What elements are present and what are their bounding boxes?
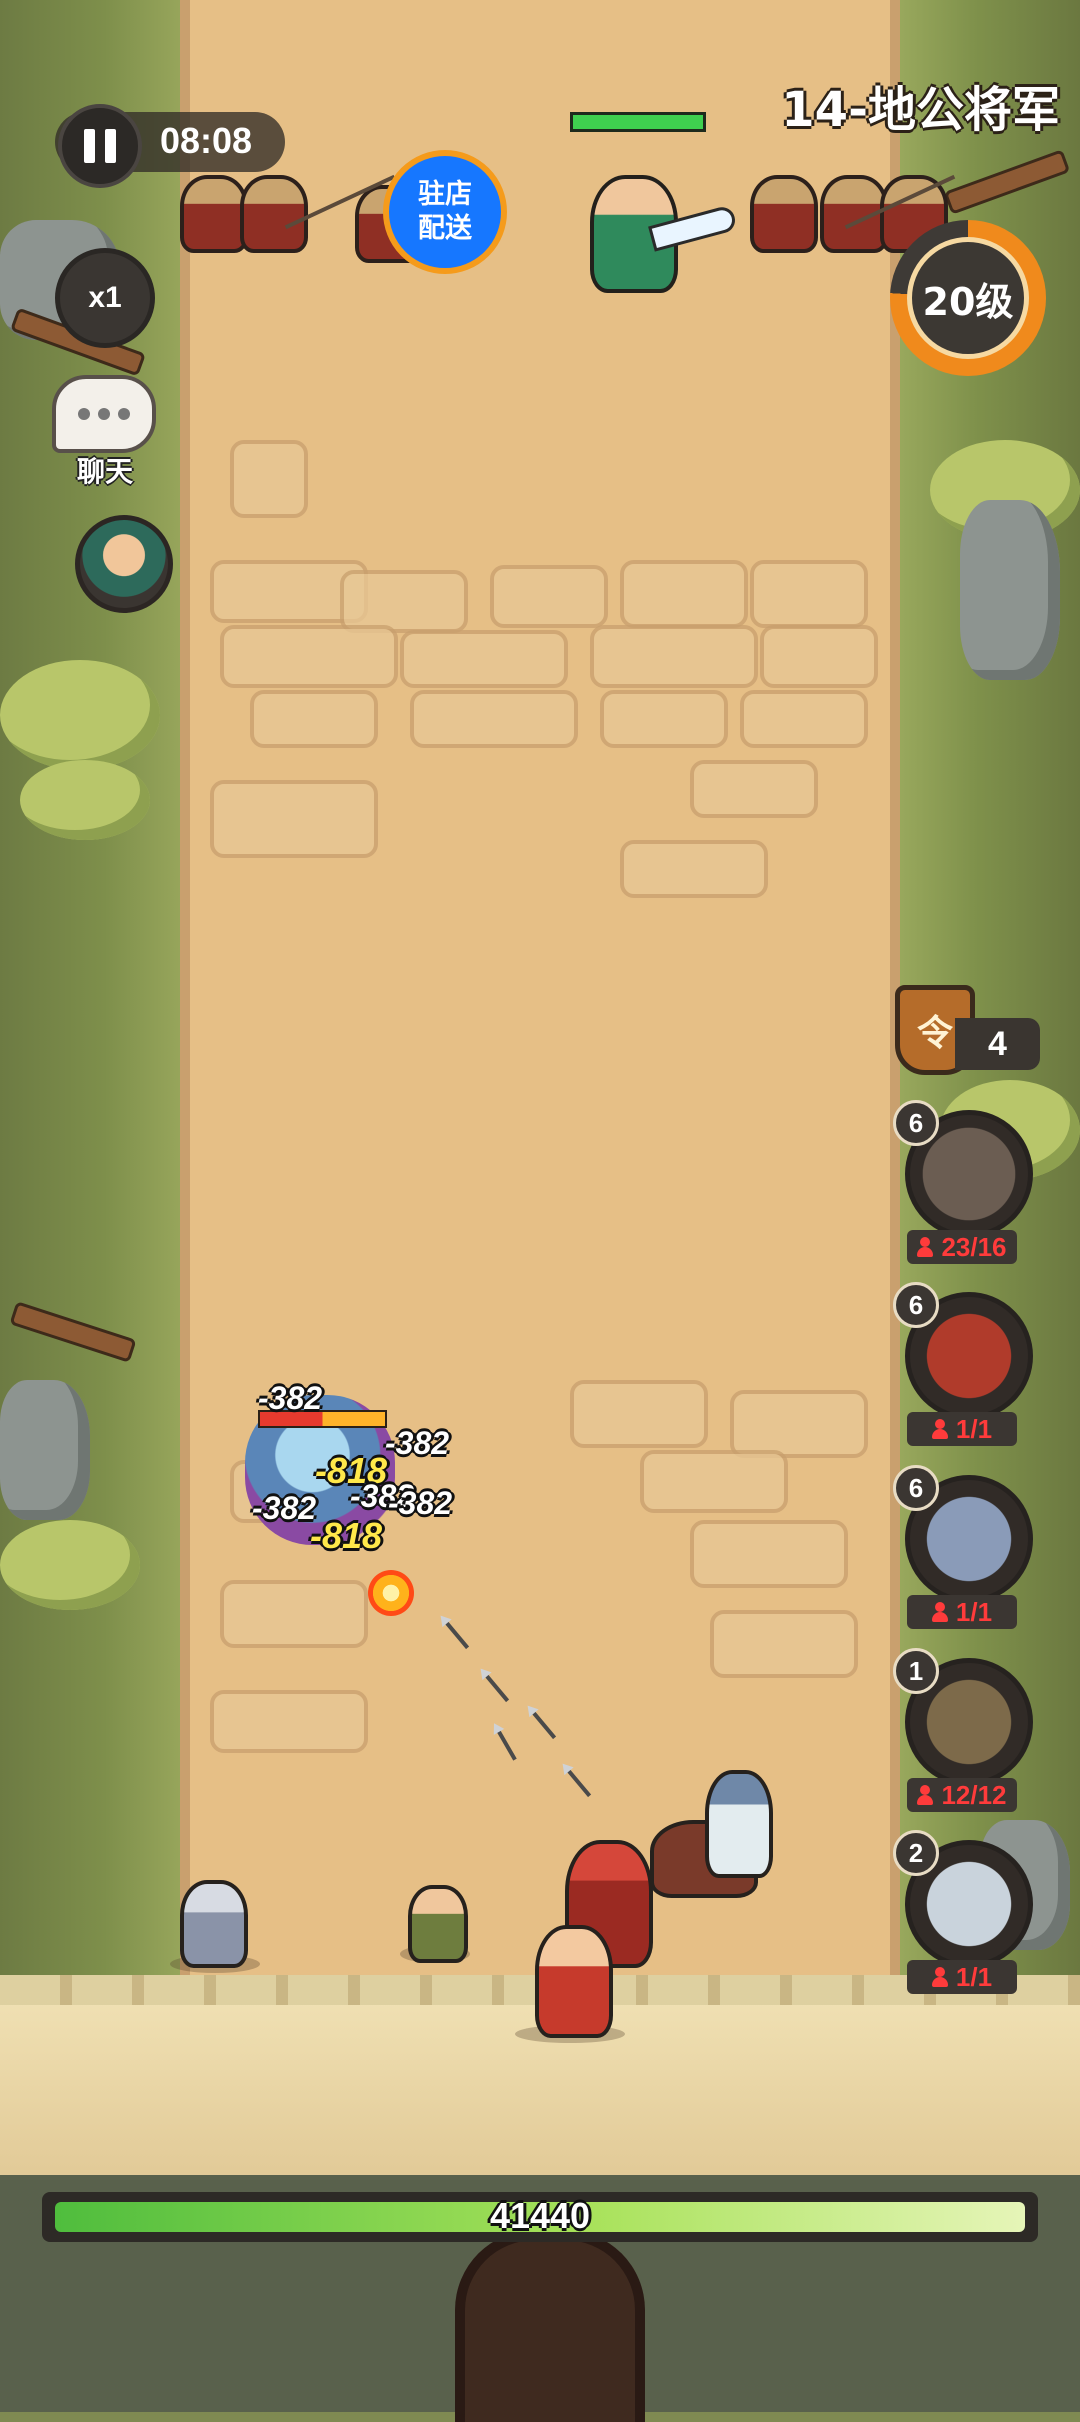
enemy-soldier (180, 175, 248, 253)
pine-tree (20, 760, 150, 840)
person-icon (931, 1602, 948, 1622)
unit-troop-count: 23/16 (907, 1230, 1017, 1264)
rock (960, 500, 1060, 680)
level-progress-ring[interactable]: 20级 (890, 220, 1046, 376)
unit-level-badge: 6 (893, 1465, 939, 1511)
chat-label: 聊天 (76, 455, 133, 488)
shop-delivery-button[interactable]: 驻店 配送 (383, 150, 507, 274)
shop-label-line2: 配送 (418, 213, 472, 244)
person-icon (917, 1785, 934, 1805)
boss-health-bar (570, 112, 706, 132)
unit-level-badge: 6 (893, 1282, 939, 1328)
ally-archer (408, 1885, 468, 1963)
ally-staff-hero (180, 1880, 248, 1968)
fireball-projectile (368, 1570, 414, 1616)
unit-level-badge: 1 (893, 1648, 939, 1694)
city-gate (455, 2230, 645, 2422)
battle-road (180, 0, 900, 2000)
unit-level-badge: 6 (893, 1100, 939, 1146)
pause-button[interactable] (58, 104, 142, 188)
pine-tree (0, 660, 160, 770)
rock (0, 1380, 90, 1520)
unit-troop-count: 1/1 (907, 1412, 1017, 1446)
damage-number: -382 (385, 1425, 450, 1461)
unit-level-badge: 2 (893, 1830, 939, 1876)
stage-title: 14-地公将军 (781, 82, 1060, 138)
enemy-soldier (240, 175, 308, 253)
person-icon (931, 1967, 948, 1987)
unit-troop-count: 1/1 (907, 1960, 1017, 1994)
pause-icon (84, 129, 95, 163)
enemy-soldier (750, 175, 818, 253)
ally-strategist (705, 1770, 773, 1878)
damage-number: -382 (388, 1485, 453, 1521)
unit-troop-count: 1/1 (907, 1595, 1017, 1629)
damage-number: -382 (258, 1380, 323, 1416)
person-icon (931, 1419, 948, 1439)
level-label: 20级 (907, 237, 1029, 359)
chat-button[interactable] (52, 375, 156, 453)
pine-tree (0, 1520, 140, 1610)
wall-hp-value: 41440 (489, 2195, 591, 2236)
person-icon (917, 1237, 934, 1257)
shop-label-line1: 驻店 (418, 179, 472, 210)
hero-avatar-button[interactable] (75, 515, 173, 613)
player-hero (535, 1925, 613, 2038)
damage-number: -382 (252, 1490, 317, 1526)
unit-troop-count: 12/12 (907, 1778, 1017, 1812)
battle-timer: 08:08 (160, 120, 253, 161)
command-count: 4 (955, 1018, 1040, 1070)
damage-number: -818 (310, 1515, 383, 1556)
chat-icon (78, 408, 90, 420)
speed-button[interactable]: x1 (55, 248, 155, 348)
